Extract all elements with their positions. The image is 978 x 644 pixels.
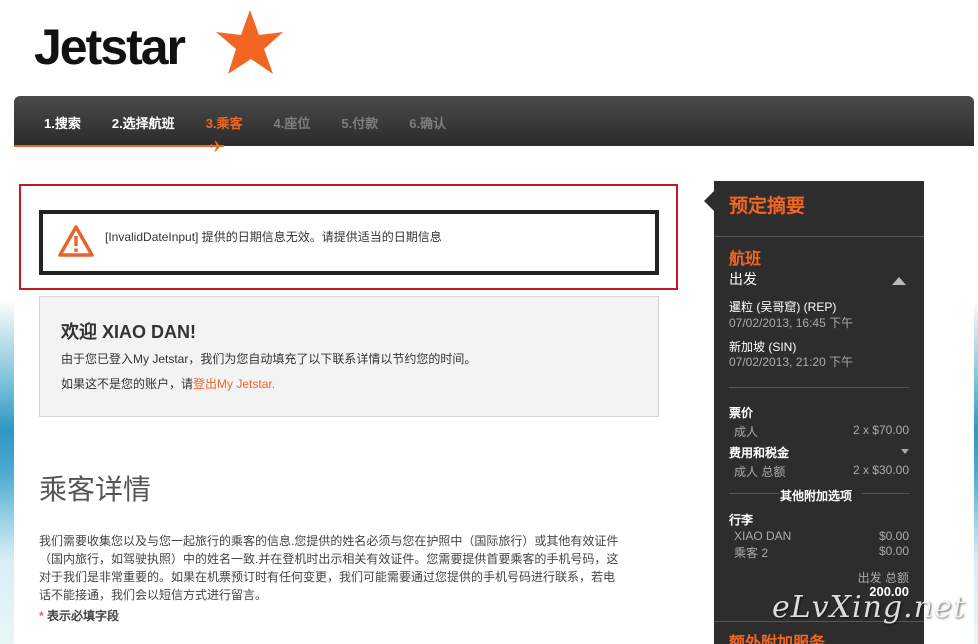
- step-seats: 4.座位: [273, 116, 311, 131]
- step-payment: 5.付款: [341, 116, 379, 131]
- error-message-box: [InvalidDateInput] 提供的日期信息无效。请提供适当的日期信息: [39, 210, 659, 275]
- flight-section-heading: 航班: [729, 251, 762, 268]
- fare-adult-row: 成人 2 x $70.00: [729, 423, 909, 440]
- fare-adult-amount: 2 x $70.00: [852, 423, 909, 437]
- welcome-heading: 欢迎 XIAO DAN!: [61, 322, 196, 342]
- error-text: [InvalidDateInput] 提供的日期信息无效。请提供适当的日期信息: [105, 230, 442, 244]
- baggage-price: $0.00: [878, 529, 909, 543]
- origin-airport: 暹粒 (吴哥窟) (REP): [729, 300, 837, 314]
- fees-adult-label: 成人 总额: [734, 465, 786, 479]
- step-list: 1.搜索 2.选择航班 3.乘客 4.座位 5.付款 6.确认: [44, 113, 477, 132]
- fees-adult-amount: 2 x $30.00: [852, 463, 909, 477]
- required-fields-note: * 表示必填字段: [39, 607, 119, 624]
- baggage-heading: 行李: [729, 513, 754, 527]
- summary-title: 预定摘要: [729, 196, 806, 217]
- expand-fees-icon[interactable]: [901, 449, 909, 454]
- summary-pointer: [704, 191, 714, 211]
- passenger-details-intro: 我们需要收集您以及与您一起旅行的乘客的信息.您提供的姓名必须与您在护照中（国际旅…: [39, 534, 619, 602]
- logout-link[interactable]: 登出My Jetstar.: [193, 377, 275, 391]
- divider: [729, 387, 909, 388]
- booking-summary-panel: 预定摘要 航班 出发 暹粒 (吴哥窟) (REP) 07/02/2013, 16…: [704, 181, 924, 644]
- origin-time: 07/02/2013, 16:45 下午: [729, 316, 854, 330]
- logo-wordmark: Jetstar: [34, 19, 186, 75]
- collapse-up-icon[interactable]: [892, 277, 906, 285]
- passenger-details-title: 乘客详情: [39, 473, 152, 506]
- destination-time: 07/02/2013, 21:20 下午: [729, 355, 854, 369]
- extra-services-heading: 额外附加服务: [729, 635, 826, 644]
- plane-icon: ✈: [210, 139, 224, 156]
- fare-heading: 票价: [729, 406, 754, 420]
- addons-heading: 其他附加选项: [780, 489, 853, 503]
- baggage-price: $0.00: [878, 544, 909, 558]
- required-label: 表示必填字段: [47, 609, 120, 623]
- baggage-passenger-name: XIAO DAN: [734, 529, 792, 543]
- watermark: eLvXing.net: [772, 590, 966, 625]
- required-star: *: [39, 609, 44, 623]
- booking-progress-bar: 1.搜索 2.选择航班 3.乘客 4.座位 5.付款 6.确认: [14, 96, 974, 146]
- welcome-panel: 欢迎 XIAO DAN! 由于您已登入My Jetstar，我们为您自动填充了以…: [39, 296, 659, 417]
- welcome-not-you-note: 如果这不是您的账户，请登出My Jetstar.: [61, 375, 275, 392]
- baggage-row: 乘客 2 $0.00: [729, 544, 909, 561]
- divider: [714, 236, 924, 237]
- step-confirm: 6.确认: [409, 116, 447, 131]
- step-passengers: 3.乘客: [205, 116, 243, 131]
- baggage-passenger-name: 乘客 2: [734, 546, 769, 560]
- not-you-text: 如果这不是您的账户，请: [61, 377, 194, 391]
- fees-adult-row: 成人 总额 2 x $30.00: [729, 463, 909, 480]
- divider: [729, 493, 779, 494]
- star-icon: [216, 10, 283, 74]
- warning-icon: [58, 225, 94, 257]
- step-search[interactable]: 1.搜索: [44, 113, 81, 132]
- divider: [861, 493, 909, 494]
- welcome-autofill-note: 由于您已登入My Jetstar，我们为您自动填充了以下联系详情以节约您的时间。: [61, 352, 477, 366]
- fare-adult-label: 成人: [734, 425, 759, 439]
- step-select-flight[interactable]: 2.选择航班: [112, 113, 175, 132]
- depart-label: 出发: [729, 271, 757, 287]
- progress-indicator: [14, 145, 224, 147]
- fees-heading[interactable]: 费用和税金: [729, 444, 789, 461]
- baggage-row: XIAO DAN $0.00: [729, 529, 909, 543]
